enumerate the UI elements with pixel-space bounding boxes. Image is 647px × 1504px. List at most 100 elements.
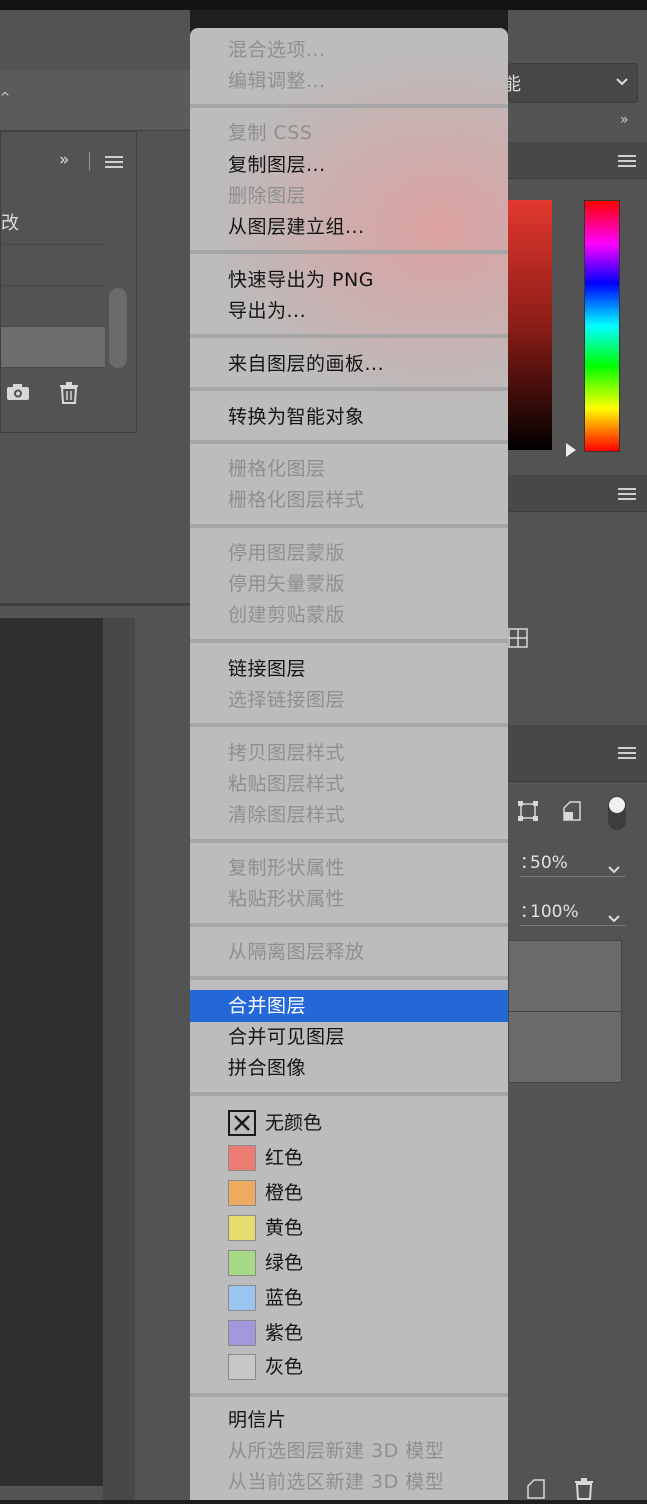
properties-panel-header [508,475,647,512]
transform-icon[interactable] [517,800,539,826]
trash-icon[interactable] [59,382,79,408]
menu-item-disable-vector-mask[interactable]: 停用矢量蒙版 [228,569,345,600]
menu-separator [190,923,508,927]
expand-panel-icon[interactable]: » [59,150,69,170]
menu-separator [190,1092,508,1096]
menu-item-create-clipping-mask[interactable]: 创建剪贴蒙版 [228,600,345,631]
menu-item-rasterize-layer[interactable]: 栅格化图层 [228,454,326,485]
layer-context-menu: 混合选项... 编辑调整... 复制 CSS 复制图层... 删除图层 从图层建… [190,28,508,1500]
menu-item-export-as[interactable]: 导出为... [228,296,306,327]
menu-item-blue[interactable]: 蓝色 [265,1283,303,1313]
history-row-selected[interactable] [1,327,105,368]
menu-item-duplicate-layer[interactable]: 复制图层... [228,150,326,181]
history-scrollbar[interactable] [109,288,127,368]
yellow-swatch-icon [228,1215,256,1241]
top-bar [0,0,647,10]
menu-item-link-layers[interactable]: 链接图层 [228,654,306,685]
green-swatch-icon [228,1250,256,1276]
menu-item-rasterize-layer-style[interactable]: 栅格化图层样式 [228,485,365,516]
menu-item-no-color[interactable]: 无颜色 [265,1108,322,1138]
menu-separator [190,387,508,391]
menu-item-copy-layer-style[interactable]: 拷贝图层样式 [228,738,345,769]
panel-separator [0,603,190,606]
gray-swatch-icon [228,1354,256,1380]
menu-item-disable-layer-mask[interactable]: 停用图层蒙版 [228,538,345,569]
menu-item-paste-shape-attributes[interactable]: 粘贴形状属性 [228,884,345,915]
menu-item-red[interactable]: 红色 [265,1143,303,1173]
tool-strip [103,618,135,1500]
menu-item-purple[interactable]: 紫色 [265,1318,303,1348]
camera-icon[interactable] [6,384,30,400]
collapse-panels-icon[interactable]: » [620,112,629,128]
panel-menu-icon[interactable] [618,747,636,760]
fill-value: 100% [530,902,579,922]
layer-row[interactable] [508,1011,622,1083]
orange-swatch-icon [228,1180,256,1206]
menu-item-yellow[interactable]: 黄色 [265,1213,303,1243]
menu-item-group-from-layers[interactable]: 从图层建立组... [228,212,365,243]
menu-item-gray[interactable]: 灰色 [265,1352,303,1382]
menu-item-clear-layer-style[interactable]: 清除图层样式 [228,800,345,831]
blue-swatch-icon [228,1285,256,1311]
menu-separator [190,639,508,643]
color-field[interactable] [508,200,552,450]
document-canvas[interactable] [0,618,103,1486]
opacity-value: 50% [530,853,568,873]
menu-item-postcard[interactable]: 明信片 [228,1405,287,1436]
panel-menu-icon[interactable] [618,155,636,168]
fill-field[interactable]: ： 100% [520,899,626,926]
menu-item-edit-adjustment[interactable]: 编辑调整... [228,66,326,97]
history-row-label: 改 [1,213,19,234]
layer-row[interactable] [508,940,622,1012]
caret-up-icon[interactable]: ^ [0,90,10,104]
menu-item-copy-css[interactable]: 复制 CSS [228,118,312,149]
trash-icon[interactable] [574,1478,594,1504]
menu-item-blending-options[interactable]: 混合选项... [228,35,326,66]
menu-separator [190,104,508,108]
opacity-field[interactable]: ： 50% [520,850,626,877]
panel-menu-icon[interactable] [105,156,123,169]
new-layer-icon[interactable] [526,1478,546,1504]
purple-swatch-icon [228,1320,256,1346]
history-row[interactable]: 改 [1,204,105,245]
menu-item-merge-visible[interactable]: 合并可见图层 [228,1022,345,1053]
history-row[interactable] [1,286,105,327]
menu-item-convert-smart-object[interactable]: 转换为智能对象 [228,402,365,433]
menu-item-quick-export-png[interactable]: 快速导出为 PNG [228,265,374,296]
menu-separator [190,334,508,338]
no-color-swatch-icon [228,1110,256,1136]
menu-item-select-linked-layers[interactable]: 选择链接图层 [228,685,345,716]
menu-separator [190,723,508,727]
menu-item-artboard-from-layers[interactable]: 来自图层的画板... [228,349,384,380]
grid-icon[interactable] [508,628,528,652]
artboard-icon[interactable] [562,800,582,826]
menu-item-paste-layer-style[interactable]: 粘贴图层样式 [228,769,345,800]
menu-separator [190,839,508,843]
menu-separator [190,524,508,528]
color-panel-header [508,142,647,179]
history-row[interactable] [1,245,105,286]
menu-item-merge-layers[interactable]: 合并图层 [228,991,306,1022]
menu-item-flatten-image[interactable]: 拼合图像 [228,1053,306,1084]
hue-slider-handle[interactable] [566,443,576,457]
divider [89,152,90,170]
chevron-down-icon [608,857,620,883]
layers-panel-header [508,725,647,782]
menu-item-green[interactable]: 绿色 [265,1248,303,1278]
left-tab-bar: ^ [0,70,190,131]
hue-slider[interactable] [584,200,620,452]
panel-menu-icon[interactable] [618,488,636,501]
menu-item-copy-shape-attributes[interactable]: 复制形状属性 [228,853,345,884]
workspace-dropdown[interactable]: 能 [503,63,638,103]
menu-item-3d-from-layer[interactable]: 从所选图层新建 3D 模型 [228,1436,444,1467]
menu-item-3d-from-selection[interactable]: 从当前选区新建 3D 模型 [228,1467,444,1498]
lock-toggle-icon[interactable] [608,796,626,830]
chevron-down-icon [615,72,629,91]
menu-separator [190,250,508,254]
menu-separator [190,1393,508,1397]
menu-item-delete-layer[interactable]: 删除图层 [228,181,306,212]
menu-separator [190,440,508,444]
chevron-down-icon [608,906,620,932]
menu-item-orange[interactable]: 橙色 [265,1178,303,1208]
menu-item-release-from-isolation[interactable]: 从隔离图层释放 [228,937,365,968]
